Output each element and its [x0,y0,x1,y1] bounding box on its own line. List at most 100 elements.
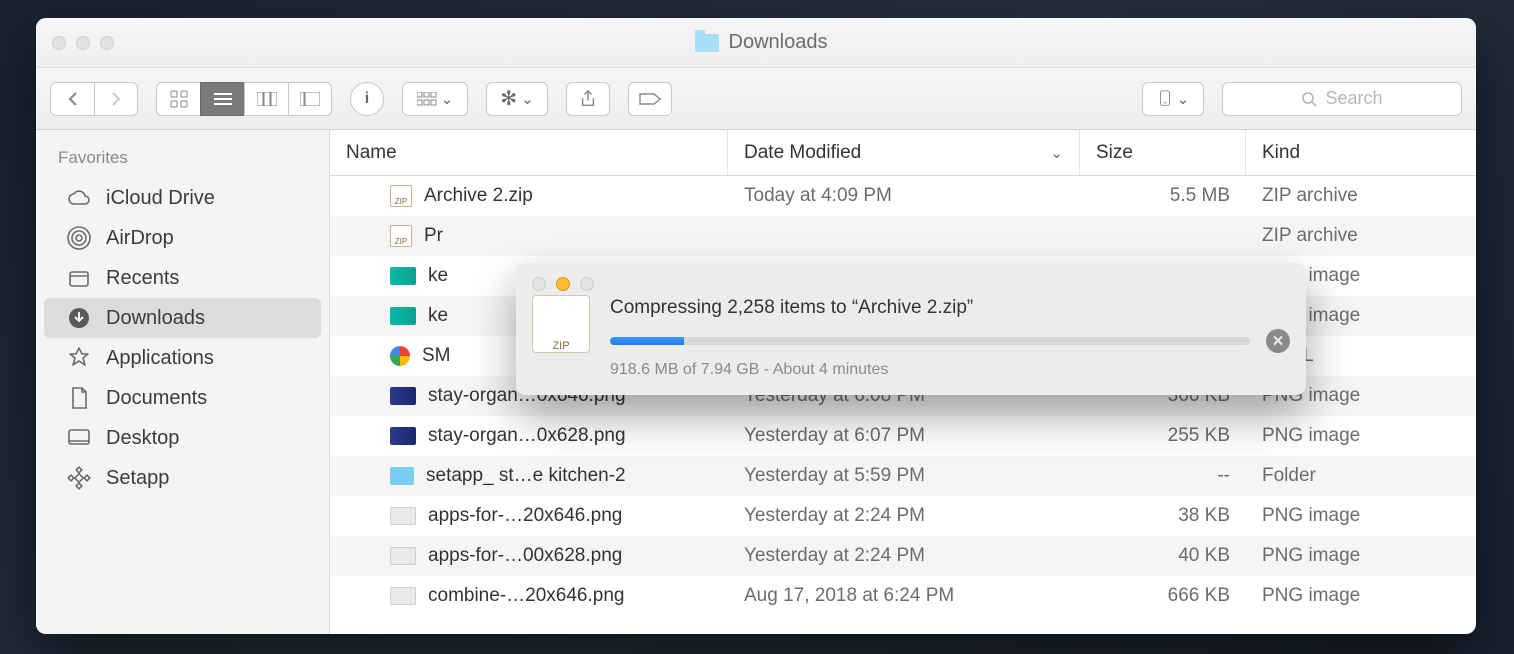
sidebar-item-label: Recents [106,267,179,290]
tags-button[interactable] [628,82,672,116]
back-button[interactable] [50,82,94,116]
file-name: Pr [424,225,443,247]
cloud-icon [66,185,92,211]
file-kind: Folder [1246,465,1476,487]
compress-progress-dialog: ZIP Compressing 2,258 items to “Archive … [516,263,1306,395]
sidebar-item-label: Setapp [106,467,169,490]
gallery-view-button[interactable] [288,82,332,116]
minimize-window-button[interactable] [76,36,90,50]
close-window-button[interactable] [52,36,66,50]
airdrop-icon [66,225,92,251]
sidebar-item-desktop[interactable]: Desktop [44,418,321,458]
action-button[interactable]: ✻⌄ [486,82,548,116]
file-date: Yesterday at 2:24 PM [728,505,1080,527]
sidebar-item-icloud-drive[interactable]: iCloud Drive [44,178,321,218]
docs-icon [66,385,92,411]
file-kind: PNG image [1246,425,1476,447]
zoom-window-button[interactable] [100,36,114,50]
folder-icon [695,34,719,52]
search-icon [1301,91,1317,107]
file-kind: ZIP archive [1246,185,1476,207]
file-name: setapp_ st…e kitchen-2 [426,465,626,487]
window-controls [52,36,114,50]
sidebar-item-setapp[interactable]: Setapp [44,458,321,498]
sidebar-item-label: Documents [106,387,207,410]
file-row[interactable]: combine-…20x646.png Aug 17, 2018 at 6:24 … [330,576,1476,616]
file-kind: PNG image [1246,545,1476,567]
file-row[interactable]: stay-organ…0x628.png Yesterday at 6:07 PM… [330,416,1476,456]
sidebar-item-label: Downloads [106,307,205,330]
file-date: Today at 4:09 PM [728,185,1080,207]
apps-icon [66,345,92,371]
sort-indicator-icon: ⌄ [1050,144,1063,162]
file-name: SM [422,345,451,367]
icon-view-button[interactable] [156,82,200,116]
file-row[interactable]: ZIPArchive 2.zipToday at 4:09 PM5.5 MBZI… [330,176,1476,216]
zip-icon: ZIP [532,295,590,353]
nav-buttons [50,82,138,116]
file-date: Yesterday at 5:59 PM [728,465,1080,487]
titlebar: Downloads [36,18,1476,68]
desktop-icon [66,425,92,451]
file-name: ke [428,265,448,287]
setapp-icon [66,465,92,491]
dialog-zoom-button [580,277,594,291]
column-headers: Name Date Modified⌄ Size Kind [330,130,1476,176]
file-name: stay-organ…0x628.png [428,425,626,447]
sidebar-item-downloads[interactable]: Downloads [44,298,321,338]
file-date: Aug 17, 2018 at 6:24 PM [728,585,1080,607]
file-name: combine-…20x646.png [428,585,624,607]
file-row[interactable]: setapp_ st…e kitchen-2 Yesterday at 5:59 … [330,456,1476,496]
file-row[interactable]: ZIPPrZIP archive [330,216,1476,256]
sidebar-item-label: iCloud Drive [106,187,215,210]
file-name: apps-for-…00x628.png [428,545,622,567]
file-name: Archive 2.zip [424,185,533,207]
file-kind: PNG image [1246,505,1476,527]
column-view-button[interactable] [244,82,288,116]
list-view-button[interactable] [200,82,244,116]
sidebar-item-label: Applications [106,347,214,370]
sidebar-item-applications[interactable]: Applications [44,338,321,378]
file-kind: PNG image [1246,585,1476,607]
sidebar-item-label: AirDrop [106,227,174,250]
sidebar-section-header: Favorites [36,144,329,178]
sidebar: Favorites iCloud Drive AirDrop Recents Down… [36,130,330,634]
file-size: 666 KB [1080,585,1246,607]
file-size: 5.5 MB [1080,185,1246,207]
forward-button[interactable] [94,82,138,116]
file-row[interactable]: apps-for-…00x628.png Yesterday at 2:24 PM… [330,536,1476,576]
share-button[interactable] [566,82,610,116]
file-date: Yesterday at 2:24 PM [728,545,1080,567]
file-size: -- [1080,465,1246,487]
quicklook-button[interactable]: ⌄ [1142,82,1204,116]
view-mode-buttons [156,82,332,116]
progress-bar [610,337,1250,345]
dialog-close-button[interactable] [532,277,546,291]
window-title: Downloads [729,31,828,54]
search-placeholder: Search [1325,88,1382,109]
cancel-button[interactable]: ✕ [1266,329,1290,353]
toolbar: i ⌄ ✻⌄ ⌄ Search [36,68,1476,130]
dialog-window-controls [532,277,1290,291]
info-button[interactable]: i [350,82,384,116]
file-size: 255 KB [1080,425,1246,447]
column-header-size[interactable]: Size [1080,130,1246,175]
dialog-subtitle: 918.6 MB of 7.94 GB - About 4 minutes [610,361,1290,379]
column-header-date[interactable]: Date Modified⌄ [728,130,1080,175]
column-header-kind[interactable]: Kind [1246,130,1476,175]
dialog-minimize-button[interactable] [556,277,570,291]
downloads-icon [66,305,92,331]
file-name: ke [428,305,448,327]
sidebar-item-recents[interactable]: Recents [44,258,321,298]
recents-icon [66,265,92,291]
arrange-button[interactable]: ⌄ [402,82,468,116]
dialog-title: Compressing 2,258 items to “Archive 2.zi… [610,297,1290,319]
sidebar-item-label: Desktop [106,427,179,450]
sidebar-item-documents[interactable]: Documents [44,378,321,418]
file-date: Yesterday at 6:07 PM [728,425,1080,447]
column-header-name[interactable]: Name [330,130,728,175]
search-field[interactable]: Search [1222,82,1462,116]
file-row[interactable]: apps-for-…20x646.pngYesterday at 2:24 PM… [330,496,1476,536]
sidebar-item-airdrop[interactable]: AirDrop [44,218,321,258]
file-size: 38 KB [1080,505,1246,527]
